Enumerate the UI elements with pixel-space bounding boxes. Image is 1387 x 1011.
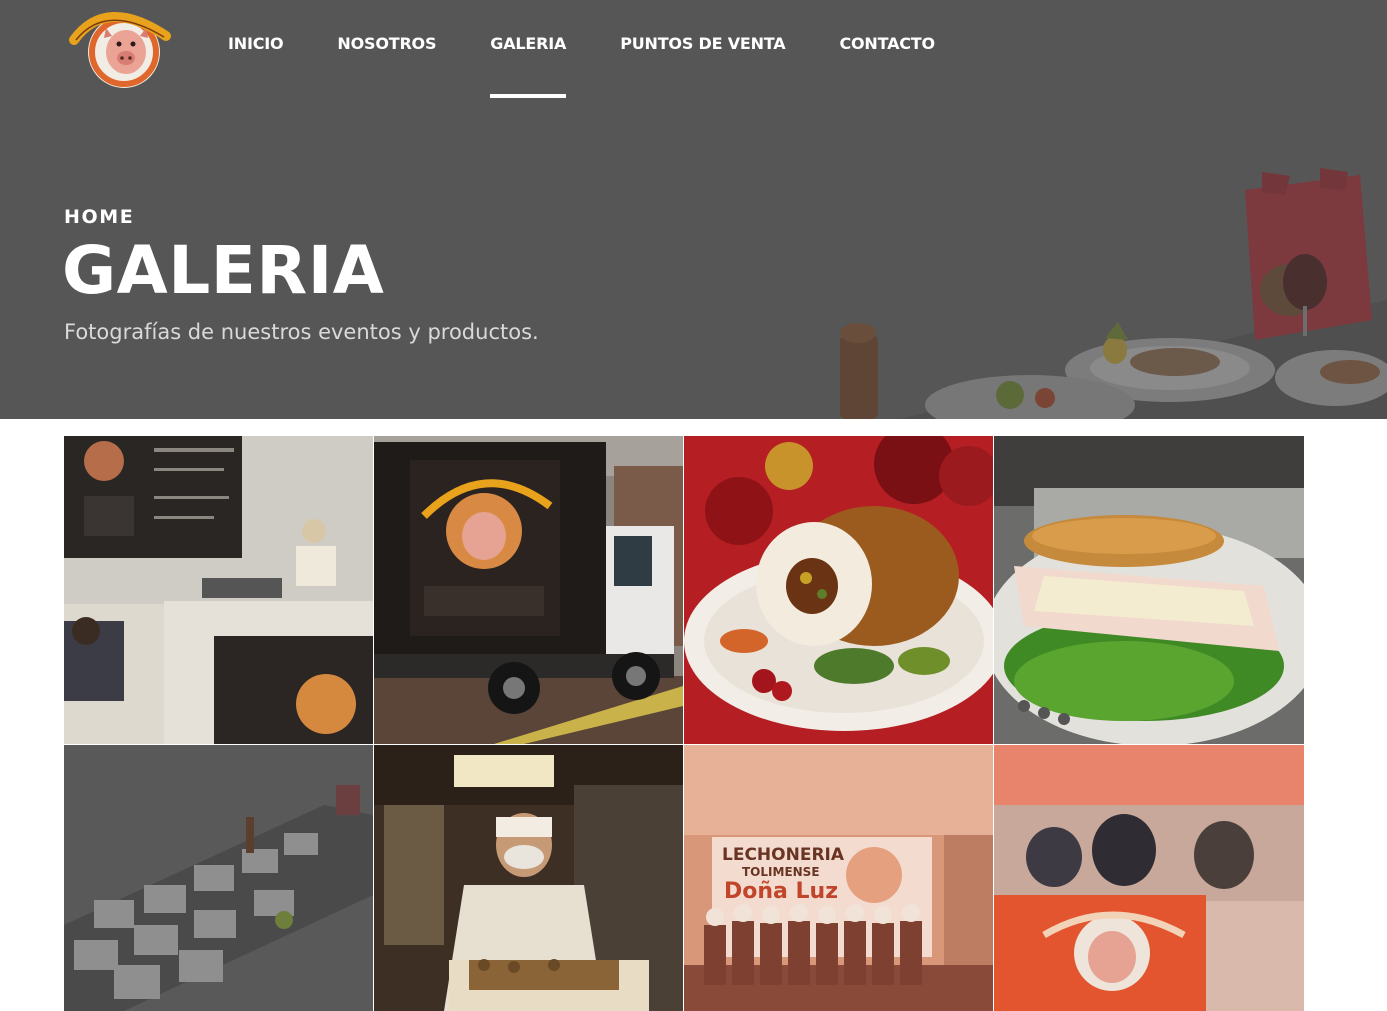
delivery-truck-photo	[374, 436, 683, 744]
team-sign-line3: Doña Luz	[724, 879, 839, 904]
store-counter-photo	[64, 436, 373, 744]
buffet-table-photo	[64, 745, 373, 1011]
main-navigation: INICIO NOSOTROS GALERIA PUNTOS DE VENTA …	[228, 34, 989, 98]
page-title: GALERIA	[62, 232, 385, 309]
team-sign-line1: LECHONERIA	[722, 845, 845, 865]
brand-logo[interactable]	[66, 0, 174, 96]
gallery-tile-buffet-table[interactable]	[64, 745, 373, 1011]
stuffed-roast-photo	[684, 436, 993, 744]
hero-banner: INICIO NOSOTROS GALERIA PUNTOS DE VENTA …	[0, 0, 1387, 419]
nav-item-galeria[interactable]: GALERIA	[490, 34, 566, 98]
team-sign-line2: TOLIMENSE	[742, 865, 820, 879]
nav-item-puntos-de-venta[interactable]: PUNTOS DE VENTA	[620, 34, 785, 53]
gallery-tile-stuffed-roast[interactable]	[684, 436, 993, 744]
gallery-tile-sandwich[interactable]	[994, 436, 1304, 744]
photo-gallery: LECHONERIA TOLIMENSE Doña Luz	[64, 436, 1305, 1011]
nav-item-inicio[interactable]: INICIO	[228, 34, 284, 53]
nav-item-nosotros[interactable]: NOSOTROS	[337, 34, 436, 53]
gallery-tile-team-photo[interactable]: LECHONERIA TOLIMENSE Doña Luz	[684, 745, 993, 1011]
kitchen-worker-photo	[374, 745, 683, 1011]
gallery-tile-kitchen-worker[interactable]	[374, 745, 683, 1011]
breadcrumb-home[interactable]: HOME	[64, 206, 134, 228]
gallery-tile-delivery-truck[interactable]	[374, 436, 683, 744]
team-photo	[684, 745, 993, 1011]
gallery-tile-store-counter[interactable]	[64, 436, 373, 744]
page-subtitle: Fotografías de nuestros eventos y produc…	[64, 320, 539, 344]
restaurant-box-photo	[994, 745, 1304, 1011]
nav-item-contacto[interactable]: CONTACTO	[839, 34, 935, 53]
sandwich-photo	[994, 436, 1304, 744]
gallery-tile-restaurant-box[interactable]	[994, 745, 1304, 1011]
hero-food-decoration	[840, 168, 1387, 419]
